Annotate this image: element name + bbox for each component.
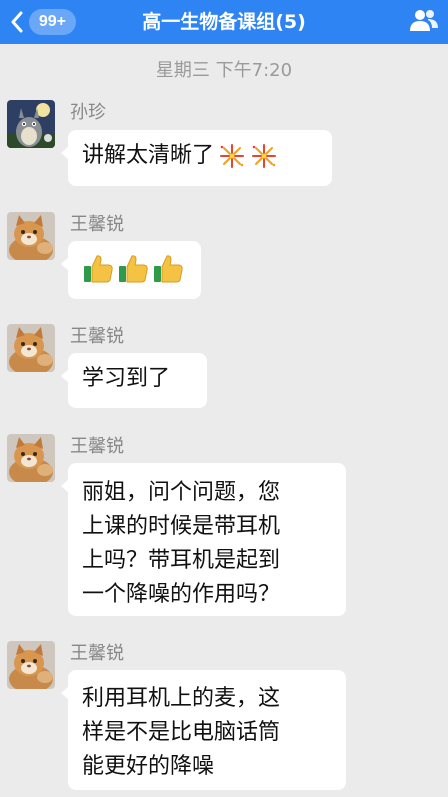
group-members-icon xyxy=(409,8,439,36)
unread-count-badge: 99+ xyxy=(28,9,76,35)
message-bubble[interactable]: 丽姐，问个问题，您 上课的时候是带耳机 上吗？带耳机是起到 一个降噪的作用吗？ xyxy=(61,463,346,616)
sender-name: 王馨锐 xyxy=(70,643,124,664)
thumbs-up-icon xyxy=(82,253,114,285)
bubble-tail xyxy=(61,479,69,493)
avatar[interactable] xyxy=(7,100,55,148)
bubble-tail xyxy=(61,146,69,160)
sender-name: 王馨锐 xyxy=(70,326,124,347)
message-timestamp: 星期三 下午7:20 xyxy=(155,60,293,81)
message-text: 学习到了 xyxy=(82,366,171,391)
fireworks-icon xyxy=(218,142,246,170)
message-bubble[interactable]: 讲解太清晰了 xyxy=(61,130,332,186)
chevron-left-icon xyxy=(6,6,28,38)
sender-name: 王馨锐 xyxy=(70,436,124,457)
avatar[interactable] xyxy=(7,641,55,689)
message-text-line: 能更好的降噪 xyxy=(82,754,215,779)
message-bubble[interactable]: 学习到了 xyxy=(61,353,207,408)
bubble-tail xyxy=(61,257,69,271)
message-text-line: 样是不是比电脑话筒 xyxy=(82,720,281,745)
message-bubble[interactable] xyxy=(61,241,201,299)
message-text-line: 丽姐，问个问题，您 xyxy=(82,480,281,505)
message-text-line: 利用耳机上的麦，这 xyxy=(82,686,281,711)
sender-name: 孙珍 xyxy=(70,102,106,123)
avatar[interactable] xyxy=(7,434,55,482)
thumbs-up-icon xyxy=(152,253,184,285)
avatar[interactable] xyxy=(7,212,55,260)
message-text-line: 上吗？带耳机是起到 xyxy=(82,548,281,573)
thumbs-up-icon xyxy=(117,253,149,285)
fireworks-icon xyxy=(250,142,278,170)
bubble-tail xyxy=(61,369,69,383)
message-text-line: 上课的时候是带耳机 xyxy=(82,514,281,539)
chat-header: 99+ 高一生物备课组(5) xyxy=(0,0,448,44)
avatar[interactable] xyxy=(7,324,55,372)
bubble-tail xyxy=(61,686,69,700)
message-text-line: 一个降噪的作用吗？ xyxy=(82,582,281,607)
back-button[interactable]: 99+ xyxy=(6,6,76,38)
sender-name: 王馨锐 xyxy=(70,214,124,235)
message-text: 讲解太清晰了 xyxy=(82,143,215,168)
message-bubble[interactable]: 利用耳机上的麦，这 样是不是比电脑话筒 能更好的降噪 xyxy=(61,670,346,790)
group-members-button[interactable] xyxy=(406,6,442,38)
